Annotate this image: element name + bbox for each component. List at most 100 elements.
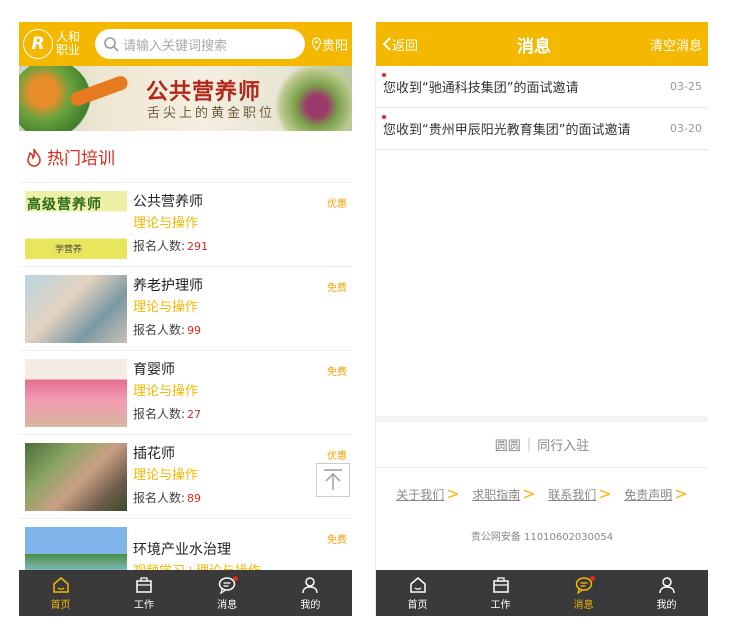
messages-header: 返回 消息 清空消息 xyxy=(376,22,708,66)
tab-mine[interactable]: 我的 xyxy=(269,570,352,616)
messages-screen: 返回 消息 清空消息 您收到“驰通科技集团”的面试邀请 03-25 您收到“贵州… xyxy=(375,22,708,616)
course-name: 插花师 xyxy=(133,446,175,462)
message-text: 您收到“驰通科技集团”的面试邀请 xyxy=(383,81,579,96)
course-type: 理论与操作 xyxy=(133,216,199,231)
footer-link-disclaimer[interactable]: 免责声明 xyxy=(624,488,672,502)
chevron-left-icon xyxy=(382,37,391,51)
enroll-number: 291 xyxy=(187,240,209,253)
logo-mark: R xyxy=(23,29,53,59)
tab-home[interactable]: 首页 xyxy=(19,570,102,616)
course-name: 环境产业水治理 xyxy=(133,541,231,558)
enroll-count: 报名人数: 27 xyxy=(133,403,346,426)
briefcase-icon xyxy=(136,576,152,593)
course-type: 理论与操作 xyxy=(133,384,199,399)
enroll-number: 99 xyxy=(187,324,202,337)
chevron-right-icon: > xyxy=(598,484,612,503)
back-to-top-button[interactable] xyxy=(316,463,350,497)
tab-label: 我的 xyxy=(656,599,677,611)
course-type: 理论与操作 xyxy=(133,468,199,483)
tab-bar: 首页 工作 消息 我的 xyxy=(376,570,708,616)
enroll-number: 27 xyxy=(187,408,202,421)
search-icon xyxy=(104,37,119,52)
message-date: 03-25 xyxy=(670,80,702,93)
course-thumbnail xyxy=(25,442,127,511)
unread-badge xyxy=(233,576,239,581)
home-header: R 人和职业 请输入关键词搜索 贵阳 xyxy=(19,22,352,66)
course-thumbnail xyxy=(25,358,127,427)
course-item[interactable]: 插花师 理论与操作 报名人数: 89 优惠 xyxy=(19,435,352,519)
tab-work[interactable]: 工作 xyxy=(102,570,185,616)
thumbnail-footer: 学营养 xyxy=(55,244,83,255)
chevron-right-icon: > xyxy=(674,484,688,503)
enroll-count: 报名人数: 89 xyxy=(133,487,346,510)
user-icon xyxy=(658,576,675,593)
enroll-label: 报名人数: xyxy=(133,407,186,421)
clear-messages-button[interactable]: 清空消息 xyxy=(650,35,702,54)
course-thumbnail: 高级营养师 学营养 xyxy=(25,190,127,259)
course-item[interactable]: 育婴师 理论与操作 报名人数: 27 免费 xyxy=(19,351,352,435)
footer-link-guide[interactable]: 求职指南 xyxy=(472,488,520,502)
tab-label: 我的 xyxy=(300,599,321,611)
course-item[interactable]: 高级营养师 学营养 公共营养师 理论与操作 报名人数: 291 优惠 xyxy=(19,183,352,267)
logo[interactable]: R 人和职业 xyxy=(23,29,93,59)
footer-link-about[interactable]: 关于我们 xyxy=(396,488,444,502)
chevron-right-icon: > xyxy=(446,484,460,503)
message-item[interactable]: 您收到“贵州甲辰阳光教育集团”的面试邀请 03-20 xyxy=(376,108,708,150)
tab-label: 消息 xyxy=(217,599,238,611)
enroll-label: 报名人数: xyxy=(133,491,186,505)
course-item[interactable]: 养老护理师 理论与操作 报名人数: 99 免费 xyxy=(19,267,352,351)
course-name: 养老护理师 xyxy=(133,278,203,294)
tab-label: 工作 xyxy=(133,599,154,611)
section-title: 热门培训 xyxy=(47,149,115,169)
banner-subtitle: 舌尖上的黄金职位 xyxy=(147,106,276,121)
location-pin-icon xyxy=(311,37,322,51)
tab-label: 首页 xyxy=(50,599,71,611)
page-title: 消息 xyxy=(517,36,551,57)
course-tag: 免费 xyxy=(327,283,347,294)
enroll-number: 89 xyxy=(187,492,202,505)
search-placeholder: 请输入关键词搜索 xyxy=(123,38,228,54)
message-item[interactable]: 您收到“驰通科技集团”的面试邀请 03-25 xyxy=(376,66,708,108)
search-input[interactable]: 请输入关键词搜索 xyxy=(95,29,305,59)
course-type: 理论与操作 xyxy=(133,300,199,315)
user-icon xyxy=(302,576,319,593)
home-screen: R 人和职业 请输入关键词搜索 贵阳 公共营养师 舌尖上的黄金职位 热门培训 高… xyxy=(19,22,352,616)
enroll-label: 报名人数: xyxy=(133,323,186,337)
home-icon xyxy=(52,576,69,593)
message-text: 您收到“贵州甲辰阳光教育集团”的面试邀请 xyxy=(383,123,631,138)
enroll-label: 报名人数: xyxy=(133,239,186,253)
tab-mine[interactable]: 我的 xyxy=(625,570,708,616)
thumbnail-text: 高级营养师 xyxy=(27,196,102,213)
icp-record: 贵公网安备 11010602030054 xyxy=(470,532,614,543)
message-date: 03-20 xyxy=(670,122,702,135)
footer-link-contact[interactable]: 联系我们 xyxy=(548,488,596,502)
tab-home[interactable]: 首页 xyxy=(376,570,459,616)
course-tag: 优惠 xyxy=(327,199,347,210)
course-name: 育婴师 xyxy=(133,362,175,378)
home-icon xyxy=(409,576,426,593)
location-label: 贵阳 xyxy=(321,38,348,54)
partner-link-b[interactable]: 同行入驻 xyxy=(537,435,589,454)
briefcase-icon xyxy=(492,576,509,593)
hot-training-heading: 热门培训 xyxy=(19,131,352,183)
back-button[interactable]: 返回 xyxy=(382,35,418,54)
tab-label: 首页 xyxy=(407,599,428,611)
course-name: 公共营养师 xyxy=(133,194,203,210)
arrow-up-icon xyxy=(324,469,342,490)
location-selector[interactable]: 贵阳 xyxy=(311,35,348,54)
course-thumbnail xyxy=(25,274,127,343)
tab-label: 消息 xyxy=(573,599,594,611)
tab-bar: 首页 工作 消息 我的 xyxy=(19,570,352,616)
unread-dot xyxy=(382,115,386,119)
enroll-count: 报名人数: 99 xyxy=(133,319,346,342)
enroll-count: 报名人数: 291 xyxy=(133,235,346,258)
tab-messages[interactable]: 消息 xyxy=(542,570,625,616)
chevron-right-icon: > xyxy=(522,484,536,503)
partner-links: 圆圆 | 同行入驻 xyxy=(376,422,708,468)
footer-links: 关于我们 > 求职指南 > 联系我们 > 免责声明 > xyxy=(376,484,708,503)
unread-badge xyxy=(589,576,595,581)
tab-messages[interactable]: 消息 xyxy=(186,570,269,616)
promo-banner[interactable]: 公共营养师 舌尖上的黄金职位 xyxy=(19,66,352,131)
tab-work[interactable]: 工作 xyxy=(459,570,542,616)
partner-link-a[interactable]: 圆圆 xyxy=(495,435,521,454)
